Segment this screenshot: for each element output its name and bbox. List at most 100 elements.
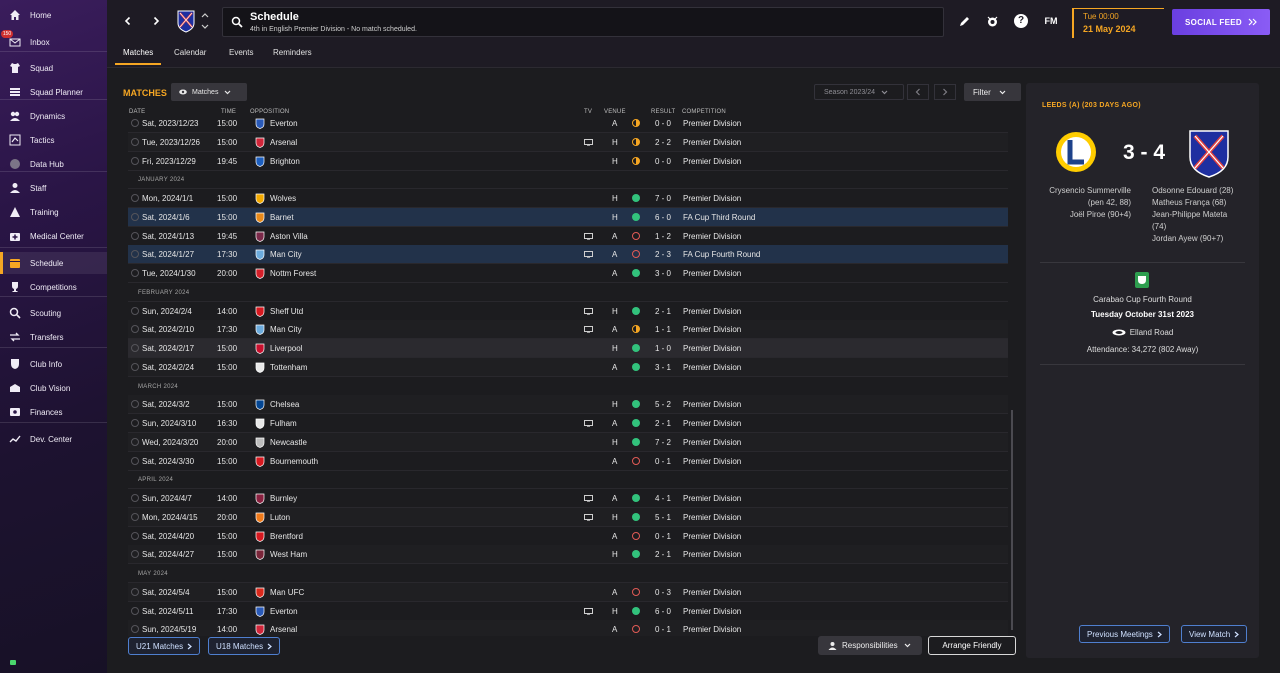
competition-name[interactable]: Premier Division <box>683 307 741 316</box>
competition-name[interactable]: Premier Division <box>683 438 741 447</box>
row-select-radio[interactable] <box>131 494 139 502</box>
table-scrollbar[interactable] <box>1011 410 1013 630</box>
table-row[interactable]: Fri, 2023/12/29 19:45 Brighton H 0 - 0 Premie… <box>128 152 1008 171</box>
sidebar-item-schedule[interactable]: Schedule <box>0 252 107 274</box>
team-talk-button[interactable] <box>985 14 999 28</box>
previous-meetings-button[interactable]: Previous Meetings <box>1079 625 1170 643</box>
row-select-radio[interactable] <box>131 550 139 558</box>
opposition-name[interactable]: Brighton <box>270 157 300 166</box>
edit-button[interactable] <box>957 14 971 28</box>
opponent-crest-icon[interactable] <box>255 324 265 335</box>
sidebar-item-dev-center[interactable]: Dev. Center <box>0 428 107 450</box>
opponent-crest-icon[interactable] <box>255 118 265 129</box>
table-row[interactable]: Sat, 2024/1/13 19:45 Aston Villa A 1 - 2 Prem… <box>128 227 1008 246</box>
opponent-crest-icon[interactable] <box>255 456 265 467</box>
col-header-time[interactable]: TIME <box>221 109 236 115</box>
row-select-radio[interactable] <box>131 588 139 596</box>
sidebar-item-squad[interactable]: Squad <box>0 57 107 79</box>
competition-name[interactable]: Premier Division <box>683 532 741 541</box>
tab-events[interactable]: Events <box>229 48 253 57</box>
table-row[interactable]: Mon, 2024/4/15 20:00 Luton H 5 - 1 Premier Di… <box>128 508 1008 527</box>
opponent-crest-icon[interactable] <box>255 418 265 429</box>
competition-name[interactable]: Premier Division <box>683 232 741 241</box>
row-select-radio[interactable] <box>131 250 139 258</box>
prev-season-button[interactable] <box>907 84 929 100</box>
competition-name[interactable]: Premier Division <box>683 457 741 466</box>
club-switch-arrows[interactable] <box>201 11 209 34</box>
competition-name[interactable]: Premier Division <box>683 607 741 616</box>
row-select-radio[interactable] <box>131 513 139 521</box>
sidebar-item-finances[interactable]: Finances <box>0 401 107 423</box>
sidebar-item-tactics[interactable]: Tactics <box>0 129 107 151</box>
responsibilities-button[interactable]: Responsibilities <box>818 636 922 655</box>
row-select-radio[interactable] <box>131 532 139 540</box>
social-feed-button[interactable]: SOCIAL FEED <box>1172 9 1270 35</box>
sidebar-item-competitions[interactable]: Competitions <box>0 276 107 298</box>
col-header-venue[interactable]: VENUE <box>604 109 626 115</box>
table-row[interactable]: Tue, 2024/1/30 20:00 Nottm Forest A 3 - 0 Pre… <box>128 264 1008 283</box>
club-crest-icon[interactable] <box>176 9 196 33</box>
table-row[interactable]: Sun, 2024/5/19 14:00 Arsenal A 0 - 1 Premier … <box>128 620 1008 636</box>
fm-menu-button[interactable]: FM <box>1042 14 1060 28</box>
view-match-button[interactable]: View Match <box>1181 625 1248 643</box>
competition-name[interactable]: Premier Division <box>683 550 741 559</box>
table-row[interactable]: Sat, 2024/2/24 15:00 Tottenham A 3 - 1 Premie… <box>128 358 1008 377</box>
opponent-crest-icon[interactable] <box>255 606 265 617</box>
opponent-crest-icon[interactable] <box>255 512 265 523</box>
arrange-friendly-button[interactable]: Arrange Friendly <box>928 636 1016 655</box>
competition-name[interactable]: Premier Division <box>683 325 741 334</box>
competition-name[interactable]: Premier Division <box>683 625 741 634</box>
opposition-name[interactable]: Arsenal <box>270 138 297 147</box>
search-box[interactable]: Schedule 4th in English Premier Division… <box>222 7 944 37</box>
table-row[interactable]: Sat, 2024/4/27 15:00 West Ham H 2 - 1 Premier… <box>128 545 1008 564</box>
competition-name[interactable]: Premier Division <box>683 400 741 409</box>
opposition-name[interactable]: Man UFC <box>270 588 304 597</box>
table-row[interactable]: Sun, 2024/3/10 16:30 Fulham A 2 - 1 Premier D… <box>128 414 1008 433</box>
leeds-crest-icon[interactable] <box>1054 128 1098 178</box>
competition-name[interactable]: Premier Division <box>683 138 741 147</box>
tab-calendar[interactable]: Calendar <box>174 48 206 57</box>
opposition-name[interactable]: Burnley <box>270 494 297 503</box>
next-season-button[interactable] <box>934 84 956 100</box>
table-row[interactable]: Sun, 2024/2/4 14:00 Sheff Utd H 2 - 1 Premier… <box>128 302 1008 321</box>
opposition-name[interactable]: Sheff Utd <box>270 307 303 316</box>
sidebar-item-scouting[interactable]: Scouting <box>0 302 107 324</box>
row-select-radio[interactable] <box>131 607 139 615</box>
opponent-crest-icon[interactable] <box>255 193 265 204</box>
row-select-radio[interactable] <box>131 138 139 146</box>
table-row[interactable]: Sat, 2024/4/20 15:00 Brentford A 0 - 1 Premie… <box>128 527 1008 546</box>
sidebar-item-club-info[interactable]: Club Info <box>0 353 107 375</box>
col-header-result[interactable]: RESULT <box>651 109 675 115</box>
table-row[interactable]: Sat, 2024/5/11 17:30 Everton H 6 - 0 Premier … <box>128 602 1008 621</box>
table-row[interactable]: Sat, 2024/3/30 15:00 Bournemouth A 0 - 1 Prem… <box>128 452 1008 471</box>
competition-name[interactable]: Premier Division <box>683 194 741 203</box>
col-header-tv[interactable]: TV <box>584 109 592 115</box>
col-header-competition[interactable]: COMPETITION <box>682 109 726 115</box>
sidebar-item-training[interactable]: Training <box>0 201 107 223</box>
opponent-crest-icon[interactable] <box>255 268 265 279</box>
opposition-name[interactable]: Liverpool <box>270 344 302 353</box>
opponent-crest-icon[interactable] <box>255 549 265 560</box>
opposition-name[interactable]: Aston Villa <box>270 232 308 241</box>
opponent-crest-icon[interactable] <box>255 531 265 542</box>
sidebar-item-home[interactable]: Home <box>0 4 107 26</box>
opposition-name[interactable]: Man City <box>270 250 302 259</box>
forward-button[interactable] <box>147 12 165 30</box>
row-select-radio[interactable] <box>131 419 139 427</box>
row-select-radio[interactable] <box>131 344 139 352</box>
season-dropdown[interactable]: Season 2023/24 <box>814 84 904 100</box>
table-row[interactable]: Tue, 2023/12/26 15:00 Arsenal H 2 - 2 Premier… <box>128 133 1008 152</box>
opponent-crest-icon[interactable] <box>255 137 265 148</box>
date-display[interactable]: Tue 00:00 21 May 2024 <box>1072 8 1164 38</box>
competition-name[interactable]: Premier Division <box>683 513 741 522</box>
opponent-crest-icon[interactable] <box>255 362 265 373</box>
sidebar-item-medical-center[interactable]: Medical Center <box>0 225 107 247</box>
table-row[interactable]: Wed, 2024/3/20 20:00 Newcastle H 7 - 2 Premie… <box>128 433 1008 452</box>
opponent-crest-icon[interactable] <box>255 156 265 167</box>
row-select-radio[interactable] <box>131 307 139 315</box>
u18-matches-button[interactable]: U18 Matches <box>208 637 281 655</box>
competition-name[interactable]: Premier Division <box>683 119 741 128</box>
opposition-name[interactable]: Fulham <box>270 419 297 428</box>
row-select-radio[interactable] <box>131 325 139 333</box>
opposition-name[interactable]: Tottenham <box>270 363 307 372</box>
